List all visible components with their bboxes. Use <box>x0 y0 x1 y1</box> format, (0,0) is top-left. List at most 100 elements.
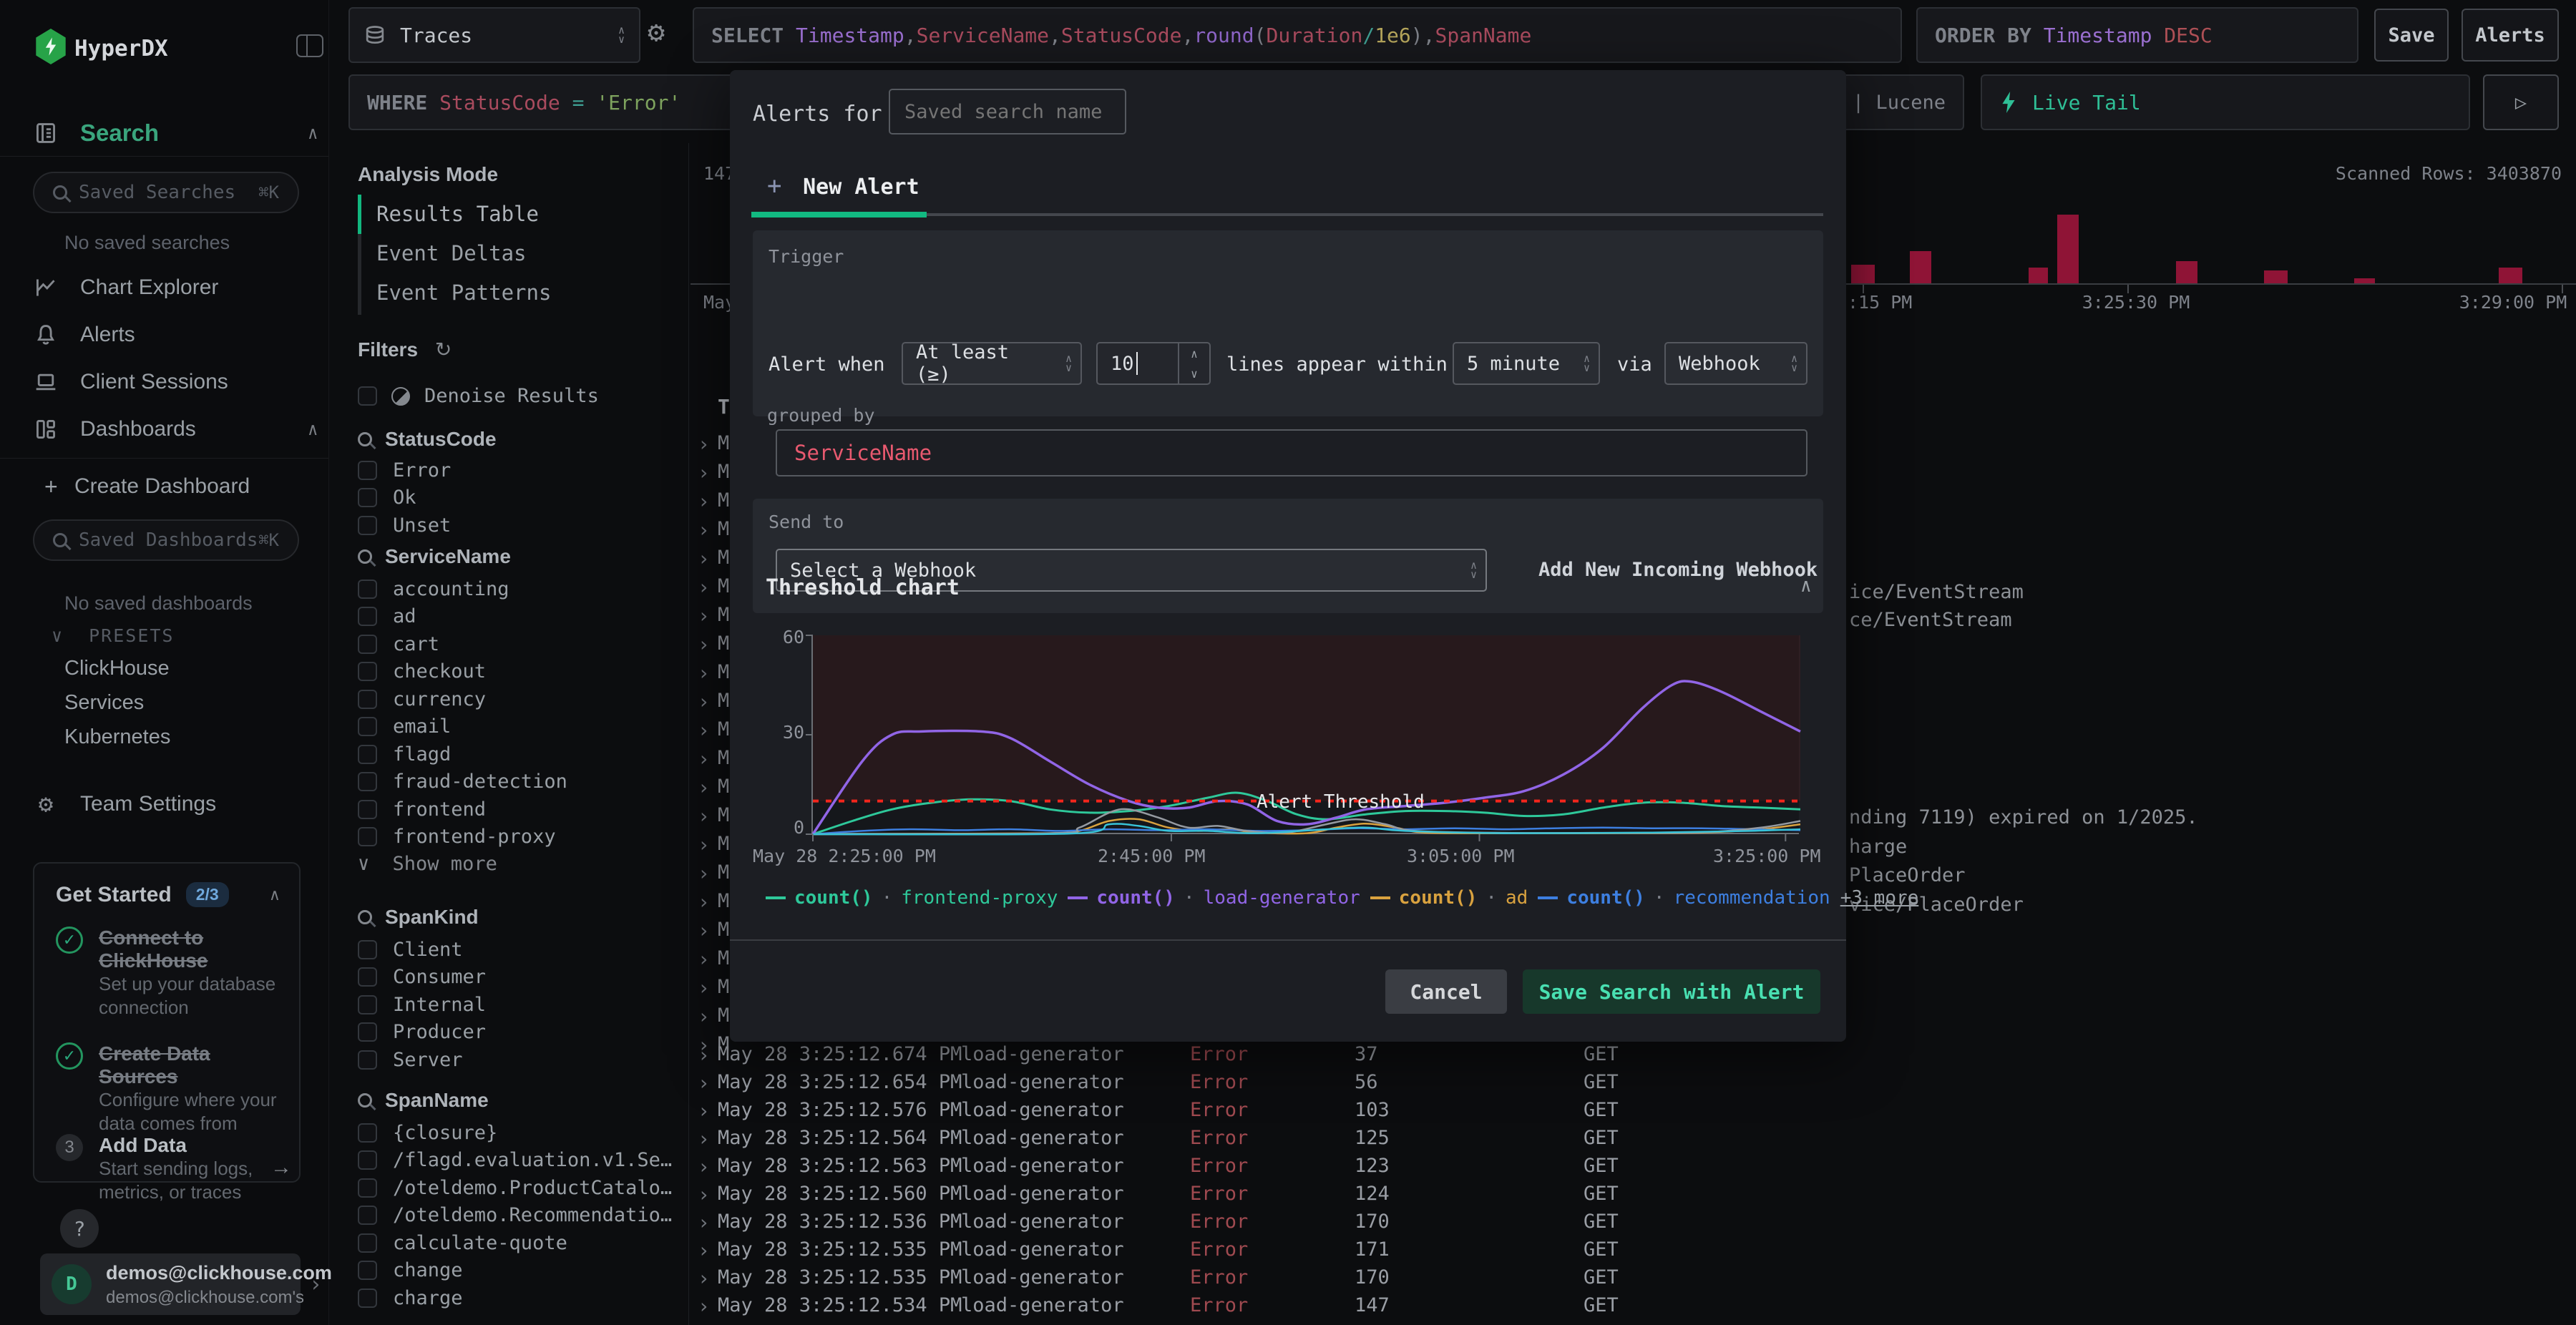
checkbox[interactable] <box>358 717 377 737</box>
checkbox[interactable] <box>358 515 377 535</box>
filter-item[interactable]: Producer <box>358 1019 673 1047</box>
checkbox[interactable] <box>358 1206 377 1226</box>
expand-chevron-icon[interactable]: › <box>698 1004 710 1028</box>
get-started-step-sources[interactable]: ✓ Create Data Sources Configure where yo… <box>56 1042 278 1135</box>
chevron-up-icon[interactable]: ∧ <box>269 886 280 904</box>
expand-chevron-icon[interactable]: › <box>698 1043 710 1067</box>
checkbox[interactable] <box>358 1150 377 1170</box>
save-search-with-alert-button[interactable]: Save Search with Alert <box>1523 969 1820 1014</box>
checkbox[interactable] <box>358 1050 377 1070</box>
filter-item[interactable]: /oteldemo.ProductCatalo… <box>358 1174 673 1202</box>
presets-toggle[interactable]: ∨ PRESETS <box>52 625 174 646</box>
checkbox[interactable] <box>358 1233 377 1253</box>
preset-clickhouse[interactable]: ClickHouse <box>64 657 170 680</box>
table-row[interactable]: › May 28 3:25:12.563 PM load-generator Erro… <box>691 1155 2576 1183</box>
checkbox[interactable] <box>358 607 377 627</box>
checkbox[interactable] <box>358 1022 377 1042</box>
expand-chevron-icon[interactable]: › <box>698 518 710 542</box>
cancel-button[interactable]: Cancel <box>1385 969 1507 1014</box>
checkbox[interactable] <box>358 967 377 987</box>
number-stepper[interactable]: ∧ ∨ <box>1178 343 1209 383</box>
help-button[interactable]: ? <box>60 1209 99 1248</box>
language-toggle[interactable]: L | Lucene <box>1829 92 1946 114</box>
legend-item[interactable]: count() · ad <box>1370 887 1528 909</box>
expand-chevron-icon[interactable]: › <box>698 833 710 856</box>
hyperdx-logo-icon[interactable] <box>36 29 66 64</box>
threshold-type-select[interactable]: At least (≥) ∧ ∨ <box>902 341 1082 386</box>
expand-chevron-icon[interactable]: › <box>698 861 710 885</box>
get-started-step-add-data[interactable]: 3 Add Data Start sending logs, metrics, … <box>56 1134 292 1204</box>
expand-chevron-icon[interactable]: › <box>698 1155 710 1178</box>
filter-item[interactable]: calculate-quote <box>358 1229 673 1257</box>
table-row[interactable]: › May 28 3:25:12.535 PM load-generator Erro… <box>691 1266 2576 1294</box>
expand-chevron-icon[interactable]: › <box>698 947 710 971</box>
expand-chevron-icon[interactable]: › <box>698 890 710 914</box>
stepper-down-icon[interactable]: ∨ <box>1191 367 1198 381</box>
filter-item[interactable]: ad <box>358 603 673 631</box>
expand-chevron-icon[interactable]: › <box>698 1266 710 1290</box>
checkbox[interactable] <box>358 772 377 792</box>
filter-item[interactable]: Consumer <box>358 964 673 992</box>
sidebar-collapse-icon[interactable] <box>296 34 323 57</box>
search-icon[interactable] <box>358 432 372 446</box>
checkbox[interactable] <box>358 1288 377 1308</box>
filter-item[interactable]: accounting <box>358 575 673 603</box>
sidebar-item-team-settings[interactable]: ⚙ Team Settings <box>0 787 329 821</box>
filter-item[interactable]: Client <box>358 936 673 964</box>
checkbox[interactable] <box>358 634 377 654</box>
expand-chevron-icon[interactable]: › <box>698 1294 710 1318</box>
expand-chevron-icon[interactable]: › <box>698 432 710 456</box>
table-row[interactable]: › May 28 3:25:12.674 PM load-generator Erro… <box>691 1043 2576 1071</box>
sidebar-item-alerts[interactable]: Alerts <box>0 318 329 352</box>
filter-item[interactable]: {closure} <box>358 1119 673 1147</box>
expand-chevron-icon[interactable]: › <box>698 919 710 942</box>
sidebar-item-chart-explorer[interactable]: Chart Explorer <box>0 270 329 305</box>
checkbox[interactable] <box>358 799 377 819</box>
checkbox[interactable] <box>358 460 377 480</box>
denoise-toggle[interactable]: Denoise Results <box>358 385 599 407</box>
filter-item[interactable]: change <box>358 1257 673 1285</box>
collapse-chart-icon[interactable]: ∧ <box>1800 575 1812 597</box>
filter-item[interactable]: email <box>358 713 673 741</box>
channel-select[interactable]: Webhook ∧ ∨ <box>1664 342 1807 385</box>
checkbox[interactable] <box>358 994 377 1014</box>
create-dashboard-button[interactable]: + Create Dashboard <box>0 469 329 504</box>
filter-item[interactable]: flagd <box>358 740 673 768</box>
stepper-up-icon[interactable]: ∧ <box>1191 347 1198 361</box>
saved-search-name-input[interactable] <box>889 89 1126 135</box>
expand-chevron-icon[interactable]: › <box>698 1071 710 1095</box>
checkbox[interactable] <box>358 579 377 599</box>
table-row[interactable]: › May 28 3:25:12.576 PM load-generator Erro… <box>691 1099 2576 1127</box>
window-select[interactable]: 5 minute ∧ ∨ <box>1453 342 1600 385</box>
saved-dashboards-input[interactable]: Saved Dashboards ⌘K <box>33 519 299 561</box>
checkbox[interactable] <box>358 386 377 406</box>
filter-item[interactable]: Ok <box>358 484 673 512</box>
expand-chevron-icon[interactable]: › <box>698 489 710 513</box>
expand-chevron-icon[interactable]: › <box>698 575 710 599</box>
expand-chevron-icon[interactable]: › <box>698 1127 710 1150</box>
expand-chevron-icon[interactable]: › <box>698 461 710 484</box>
checkbox[interactable] <box>358 1123 377 1143</box>
expand-chevron-icon[interactable]: › <box>698 690 710 713</box>
filter-item[interactable]: /oteldemo.Recommendatio… <box>358 1202 673 1230</box>
table-row[interactable]: › May 28 3:25:12.560 PM load-generator Erro… <box>691 1183 2576 1211</box>
table-row[interactable]: › May 28 3:25:12.536 PM load-generator Erro… <box>691 1211 2576 1238</box>
order-by-input[interactable]: ORDER BY Timestamp DESC <box>1916 7 2358 63</box>
mode-results-table[interactable]: Results Table <box>376 202 539 226</box>
sidebar-item-client-sessions[interactable]: Client Sessions <box>0 365 329 399</box>
checkbox[interactable] <box>358 939 377 959</box>
tab-new-alert[interactable]: + New Alert <box>767 172 919 200</box>
checkbox[interactable] <box>358 488 377 508</box>
save-button[interactable]: Save <box>2374 9 2449 62</box>
expand-chevron-icon[interactable]: › <box>698 747 710 771</box>
expand-chevron-icon[interactable]: › <box>698 1099 710 1123</box>
expand-chevron-icon[interactable]: › <box>698 1238 710 1262</box>
source-settings-button[interactable]: ⚙ <box>648 16 665 49</box>
legend-item[interactable]: count() · frontend-proxy <box>766 887 1058 909</box>
filter-item[interactable]: Error <box>358 456 673 484</box>
checkbox[interactable] <box>358 827 377 847</box>
filter-item[interactable]: charge <box>358 1284 673 1312</box>
expand-chevron-icon[interactable]: › <box>698 1183 710 1206</box>
filter-item[interactable]: frontend <box>358 796 673 823</box>
expand-chevron-icon[interactable]: › <box>698 547 710 570</box>
